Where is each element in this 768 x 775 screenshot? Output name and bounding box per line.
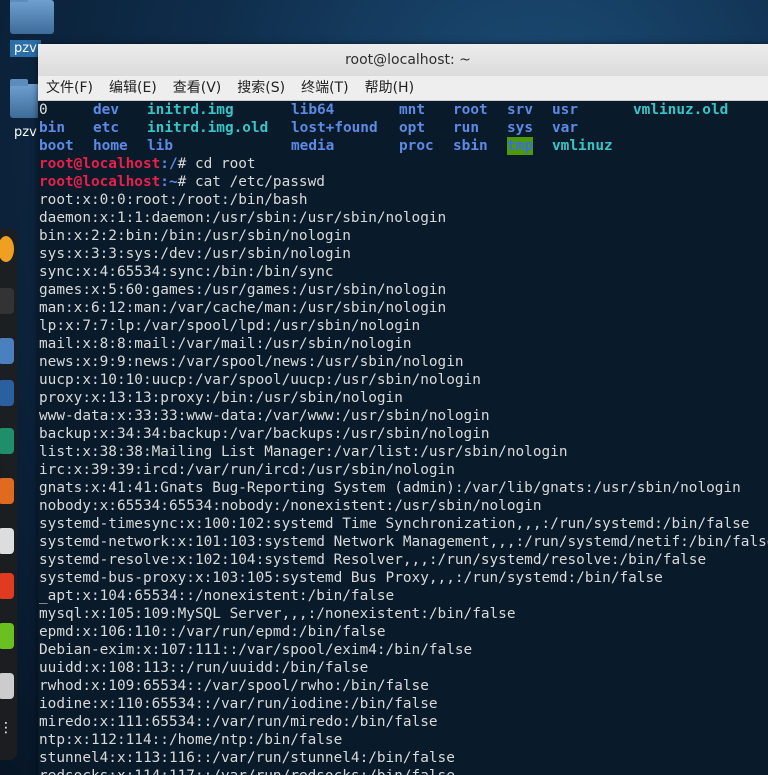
passwd-line: stunnel4:x:113:116::/var/run/stunnel4:/b… <box>39 750 455 766</box>
passwd-line: miredo:x:111:65534::/var/run/miredo:/bin… <box>39 714 438 730</box>
passwd-line: gnats:x:41:41:Gnats Bug-Reporting System… <box>39 480 741 496</box>
prompt-user: root@localhost <box>39 174 161 190</box>
app-icon[interactable] <box>0 673 14 699</box>
ls-entry: tmp <box>507 137 533 155</box>
ls-entry: proc <box>399 138 434 154</box>
passwd-line: nobody:x:65534:65534:nobody:/nonexistent… <box>39 498 542 514</box>
passwd-line: sync:x:4:65534:sync:/bin:/bin/sync <box>39 264 334 280</box>
menu-view[interactable]: 查看(V) <box>165 76 230 100</box>
ls-row: 0 dev initrd.img lib64 mnt root srv usr vmlinuz.… <box>39 101 768 119</box>
terminal-window: root@localhost: ~ 文件(F) 编辑(E) 查看(V) 搜索(S… <box>38 44 768 775</box>
app-icon[interactable] <box>0 380 14 406</box>
ls-entry: sbin <box>453 138 488 154</box>
menu-edit[interactable]: 编辑(E) <box>101 76 165 100</box>
passwd-line: mail:x:8:8:mail:/var/mail:/usr/sbin/nolo… <box>39 336 412 352</box>
prompt-command: cd root <box>194 156 256 172</box>
show-apps-icon[interactable]: ⋮ <box>0 720 14 746</box>
passwd-line: systemd-bus-proxy:x:103:105:systemd Bus … <box>39 570 663 586</box>
menu-help[interactable]: 帮助(H) <box>357 76 422 100</box>
browser-icon[interactable] <box>0 236 14 262</box>
app-icon[interactable] <box>0 623 14 649</box>
ls-entry: boot <box>39 138 74 154</box>
passwd-line: sys:x:3:3:sys:/dev:/usr/sbin/nologin <box>39 246 351 262</box>
prompt-line: root@localhost:~# cat /etc/passwd <box>39 173 768 191</box>
passwd-line: mysql:x:105:109:MySQL Server,,,:/nonexis… <box>39 606 516 622</box>
passwd-line: news:x:9:9:news:/var/spool/news:/usr/sbi… <box>39 354 464 370</box>
ls-entry: lib <box>147 138 173 154</box>
ls-row: bin etc initrd.img.old lost+found opt run sys v… <box>39 119 768 137</box>
ls-entry: home <box>93 138 128 154</box>
ls-entry: opt <box>399 120 425 136</box>
app-icon[interactable] <box>0 528 14 554</box>
passwd-line: systemd-network:x:101:103:systemd Networ… <box>39 534 768 550</box>
passwd-line: daemon:x:1:1:daemon:/usr/sbin:/usr/sbin/… <box>39 210 447 226</box>
desktop: pzv pzv ⋮ root@localhost: ~ 文件(F) 编辑(E) … <box>0 0 768 775</box>
ls-entry: usr <box>552 102 578 118</box>
passwd-line: proxy:x:13:13:proxy:/bin:/usr/sbin/nolog… <box>39 390 403 406</box>
terminal-launcher-icon[interactable] <box>0 288 14 314</box>
menu-bar: 文件(F) 编辑(E) 查看(V) 搜索(S) 终端(T) 帮助(H) <box>38 76 768 101</box>
passwd-line: root:x:0:0:root:/root:/bin/bash <box>39 192 308 208</box>
passwd-line: iodine:x:110:65534::/var/run/iodine:/bin… <box>39 696 438 712</box>
prompt-path: :/ <box>160 156 178 172</box>
menu-terminal[interactable]: 终端(T) <box>293 76 356 100</box>
passwd-line: man:x:6:12:man:/var/cache/man:/usr/sbin/… <box>39 300 447 316</box>
ls-entry: bin <box>39 120 65 136</box>
passwd-line: irc:x:39:39:ircd:/var/run/ircd:/usr/sbin… <box>39 462 455 478</box>
files-icon[interactable] <box>0 338 14 364</box>
desktop-icon-label: pzv <box>10 40 41 57</box>
application-dock: ⋮ <box>0 228 17 760</box>
passwd-line: bin:x:2:2:bin:/bin:/usr/sbin/nologin <box>39 228 351 244</box>
ls-output: 0 dev initrd.img lib64 mnt root srv usr vmlinuz.… <box>39 101 768 155</box>
app-icon[interactable] <box>0 573 14 599</box>
ls-entry: srv <box>507 102 533 118</box>
passwd-line: epmd:x:106:110::/var/run/epmd:/bin/false <box>39 624 386 640</box>
passwd-line: www-data:x:33:33:www-data:/var/www:/usr/… <box>39 408 490 424</box>
terminal-output[interactable]: 0 dev initrd.img lib64 mnt root srv usr vmlinuz.… <box>38 101 768 775</box>
ls-entry: mnt <box>399 102 425 118</box>
ls-entry: 0 <box>39 102 48 118</box>
ls-entry: lost+found <box>291 120 378 136</box>
passwd-line: systemd-timesync:x:100:102:systemd Time … <box>39 516 750 532</box>
passwd-line: list:x:38:38:Mailing List Manager:/var/l… <box>39 444 568 460</box>
passwd-line: games:x:5:60:games:/usr/games:/usr/sbin/… <box>39 282 447 298</box>
passwd-line: _apt:x:104:65534::/nonexistent:/bin/fals… <box>39 588 395 604</box>
window-title[interactable]: root@localhost: ~ <box>38 44 768 76</box>
ls-entry: run <box>453 120 479 136</box>
ls-entry: vmlinuz <box>552 138 613 154</box>
passwd-line: rwhod:x:109:65534::/var/spool/rwho:/bin/… <box>39 678 429 694</box>
ls-entry: initrd.img.old <box>147 120 269 136</box>
passwd-line: systemd-resolve:x:102:104:systemd Resolv… <box>39 552 707 568</box>
folder-icon <box>10 0 54 34</box>
prompt-user: root@localhost <box>39 156 161 172</box>
passwd-line: uucp:x:10:10:uucp:/var/spool/uucp:/usr/s… <box>39 372 481 388</box>
ls-row: boot home lib media proc sbin tmp vmlinuz <box>39 137 768 155</box>
ls-entry: lib64 <box>291 102 335 118</box>
app-icon[interactable] <box>0 428 14 454</box>
passwd-line: uuidd:x:108:113::/run/uuidd:/bin/false <box>39 660 369 676</box>
ls-entry: vmlinuz.old <box>633 102 729 118</box>
ls-entry: dev <box>93 102 119 118</box>
desktop-icon-label: pzv <box>14 125 37 140</box>
menu-file[interactable]: 文件(F) <box>38 76 101 100</box>
prompt-symbol: # <box>177 156 195 172</box>
prompt-symbol: # <box>177 174 195 190</box>
menu-search[interactable]: 搜索(S) <box>229 76 293 100</box>
ls-entry: root <box>453 102 488 118</box>
app-icon[interactable] <box>0 478 14 504</box>
prompt-path: :~ <box>160 174 178 190</box>
prompt-command: cat /etc/passwd <box>194 174 325 190</box>
ls-entry: media <box>291 138 335 154</box>
passwd-line: Debian-exim:x:107:111::/var/spool/exim4:… <box>39 642 473 658</box>
passwd-line: lp:x:7:7:lp:/var/spool/lpd:/usr/sbin/nol… <box>39 318 421 334</box>
passwd-output: root:x:0:0:root:/root:/bin/bash daemon:x:… <box>39 191 768 775</box>
passwd-line: redsocks:x:114:117::/var/run/redsocks:/b… <box>39 767 768 775</box>
ls-entry: sys <box>507 120 533 136</box>
ls-entry: etc <box>93 120 119 136</box>
passwd-line: ntp:x:112:114::/home/ntp:/bin/false <box>39 732 343 748</box>
ls-entry: initrd.img <box>147 102 234 118</box>
passwd-line: backup:x:34:34:backup:/var/backups:/usr/… <box>39 426 490 442</box>
prompt-line: root@localhost:/# cd root <box>39 155 768 173</box>
ls-entry: var <box>552 120 578 136</box>
